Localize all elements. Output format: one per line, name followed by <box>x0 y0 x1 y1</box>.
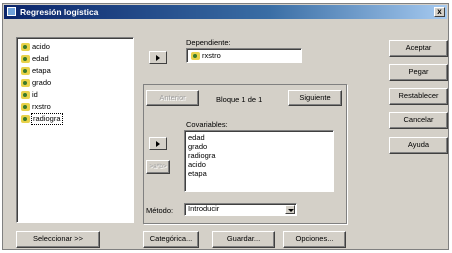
interaction-button[interactable]: >a*b> <box>146 160 170 174</box>
covariates-label: Covariables: <box>186 120 228 129</box>
logistic-regression-dialog: Regresión logística x acido edad etapa g… <box>2 3 449 250</box>
help-button[interactable]: Ayuda <box>389 137 448 154</box>
scale-variable-icon <box>191 52 200 60</box>
cancel-button[interactable]: Cancelar <box>389 112 448 129</box>
accept-button[interactable]: Aceptar <box>389 40 448 57</box>
options-button[interactable]: Opciones... <box>283 231 346 248</box>
dialog-title: Regresión logística <box>20 7 99 17</box>
list-item[interactable]: edad <box>188 134 205 142</box>
list-item[interactable]: radiogra <box>188 152 216 160</box>
scale-variable-icon <box>21 91 30 99</box>
scale-variable-icon <box>21 103 30 111</box>
app-icon <box>7 7 16 16</box>
method-value: Introducir <box>188 204 220 213</box>
covariates-list[interactable]: edad grado radiogra acido etapa <box>184 130 334 192</box>
move-to-dependent-button[interactable] <box>149 51 167 64</box>
select-button[interactable]: Seleccionar >> <box>16 231 100 248</box>
dependent-label: Dependiente: <box>186 38 231 47</box>
reset-button[interactable]: Restablecer <box>389 88 448 105</box>
method-label: Método: <box>146 206 174 215</box>
list-item[interactable]: etapa <box>188 170 207 178</box>
block-indicator: Bloque 1 de 1 <box>216 95 263 104</box>
scale-variable-icon <box>21 67 30 75</box>
scale-variable-icon <box>21 43 30 51</box>
close-button[interactable]: x <box>434 7 445 17</box>
paste-button[interactable]: Pegar <box>389 64 448 81</box>
previous-block-button[interactable]: Anterior <box>146 90 199 106</box>
variable-list[interactable]: acido edad etapa grado id rxstro radiogr… <box>16 37 134 223</box>
list-item[interactable]: acido <box>188 161 206 169</box>
scale-variable-icon <box>21 79 30 87</box>
dependent-field[interactable]: rxstro <box>186 48 302 63</box>
method-select[interactable]: Introducir <box>184 203 297 216</box>
move-to-covariates-button[interactable] <box>149 137 167 150</box>
chevron-down-icon[interactable] <box>285 205 295 214</box>
title-bar: Regresión logística x <box>4 5 447 19</box>
categorical-button[interactable]: Categórica... <box>143 231 199 248</box>
scale-variable-icon <box>21 55 30 63</box>
save-button[interactable]: Guardar... <box>212 231 275 248</box>
scale-variable-icon <box>21 115 30 123</box>
next-block-button[interactable]: Siguiente <box>288 90 342 106</box>
list-item[interactable]: grado <box>188 143 207 151</box>
